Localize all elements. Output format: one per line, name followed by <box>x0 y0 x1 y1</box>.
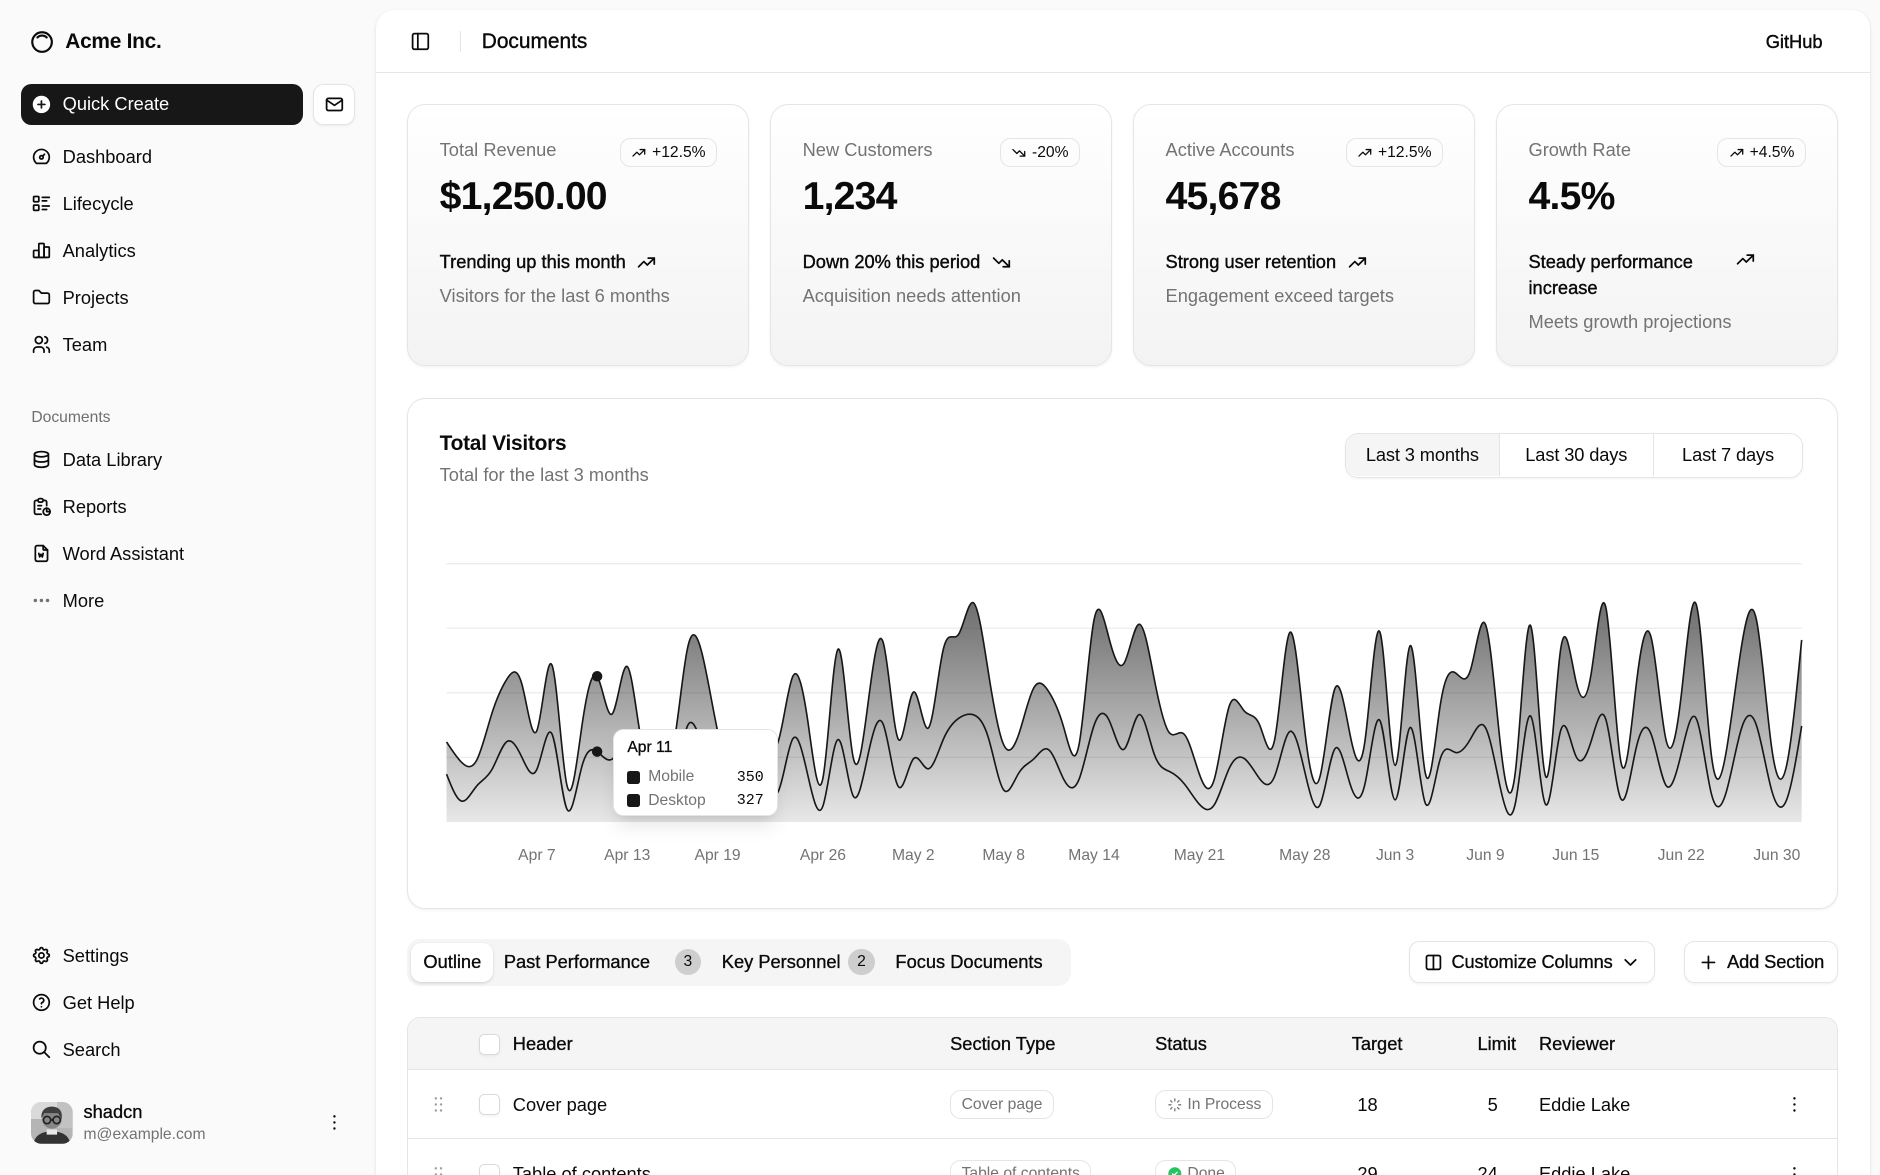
svg-text:Jun 15: Jun 15 <box>1552 847 1599 864</box>
svg-text:Jun 3: Jun 3 <box>1376 847 1415 864</box>
svg-text:Jun 30: Jun 30 <box>1753 847 1800 864</box>
svg-text:Apr 13: Apr 13 <box>604 847 650 864</box>
svg-text:May 28: May 28 <box>1279 847 1331 864</box>
svg-text:May 8: May 8 <box>982 847 1025 864</box>
svg-text:May 21: May 21 <box>1173 847 1224 864</box>
svg-text:Apr 26: Apr 26 <box>800 847 846 864</box>
svg-text:May 14: May 14 <box>1068 847 1120 864</box>
svg-text:Apr 7: Apr 7 <box>518 847 555 864</box>
svg-text:Apr 19: Apr 19 <box>694 847 740 864</box>
svg-text:May 2: May 2 <box>892 847 935 864</box>
svg-text:Jun 9: Jun 9 <box>1466 847 1504 864</box>
svg-text:Jun 22: Jun 22 <box>1657 847 1704 864</box>
